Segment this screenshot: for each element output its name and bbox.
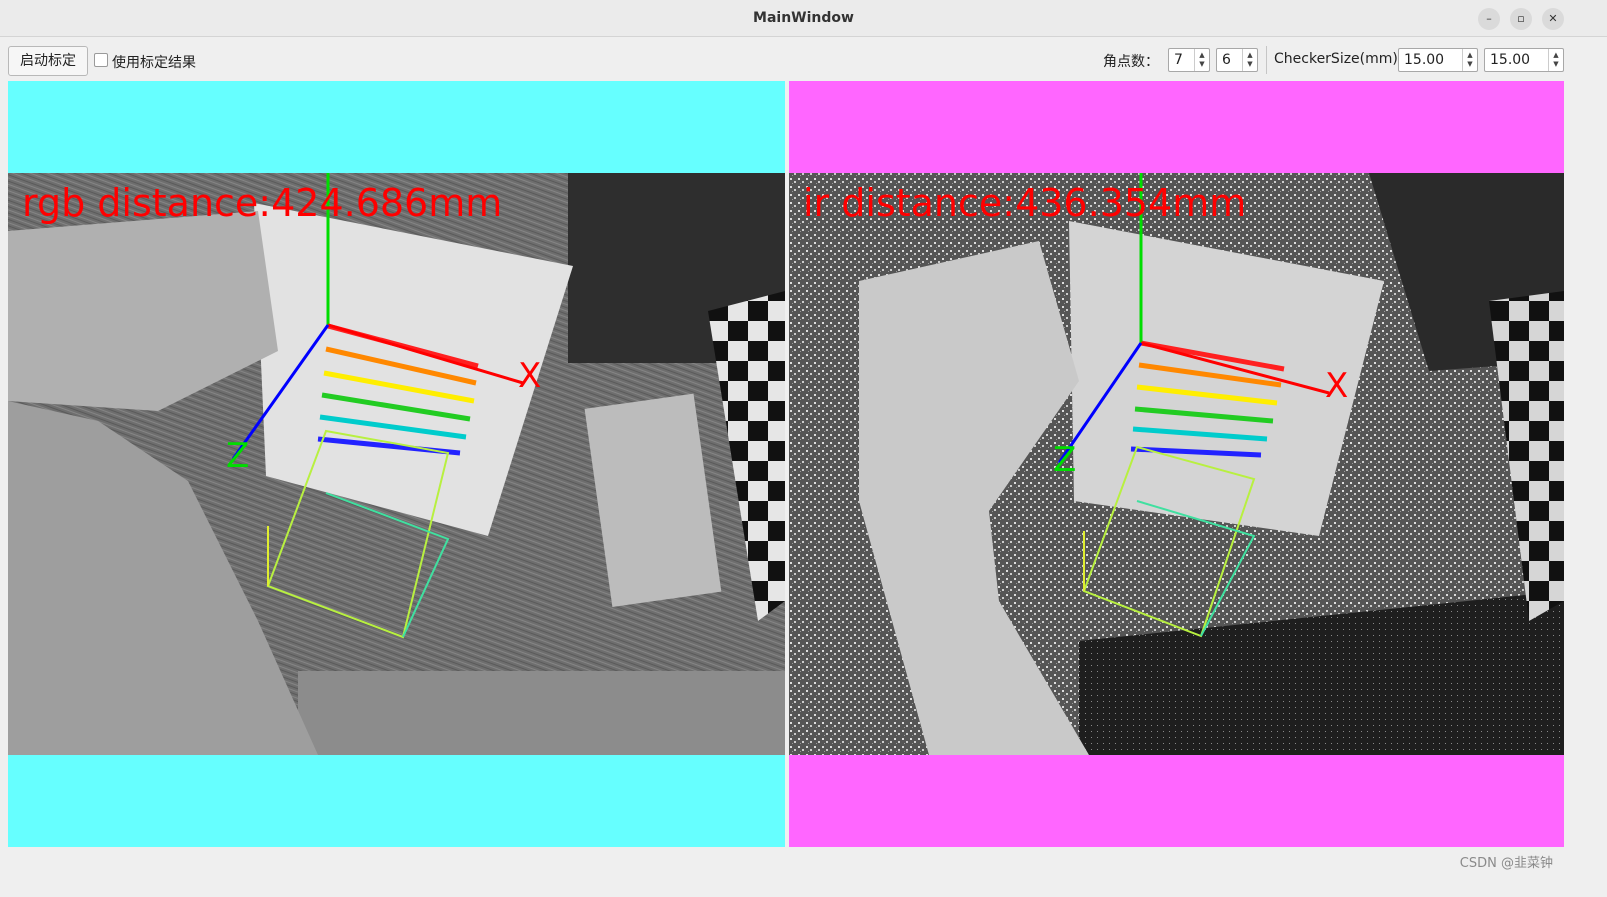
checker-height-value: 15.00 bbox=[1490, 52, 1531, 68]
spin-up-icon[interactable]: ▲ bbox=[1199, 51, 1204, 60]
watermark: CSDN @韭菜钟 bbox=[1459, 856, 1553, 871]
ir-view: X Z ir distance:436.354mm bbox=[789, 81, 1564, 847]
z-axis-label: Z bbox=[1053, 440, 1076, 480]
close-icon[interactable]: ✕ bbox=[1542, 8, 1564, 30]
x-axis-label: X bbox=[518, 356, 541, 396]
maximize-icon[interactable]: ▫ bbox=[1510, 8, 1532, 30]
corner-count-label: 角点数： bbox=[1103, 54, 1159, 70]
spin-up-icon[interactable]: ▲ bbox=[1467, 51, 1472, 60]
minimize-icon[interactable]: – bbox=[1478, 8, 1500, 30]
checkbox-label: 使用标定结果 bbox=[112, 55, 196, 71]
spin-down-icon[interactable]: ▼ bbox=[1467, 60, 1472, 69]
toolbar-separator bbox=[1266, 46, 1267, 74]
spin-down-icon[interactable]: ▼ bbox=[1247, 60, 1252, 69]
spin-down-icon[interactable]: ▼ bbox=[1553, 60, 1558, 69]
spin-up-icon[interactable]: ▲ bbox=[1553, 51, 1558, 60]
corner-rows-spinbox[interactable]: 6 ▲ ▼ bbox=[1216, 48, 1258, 72]
ir-distance-text: ir distance:436.354mm bbox=[803, 181, 1247, 225]
toolbar: 启动标定 使用标定结果 角点数： 7 ▲ ▼ 6 ▲ ▼ CheckerSize(m… bbox=[0, 40, 1607, 80]
spin-down-icon[interactable]: ▼ bbox=[1199, 60, 1204, 69]
window-title: MainWindow bbox=[753, 10, 854, 26]
checker-width-spinbox[interactable]: 15.00 ▲ ▼ bbox=[1398, 48, 1478, 72]
spin-up-icon[interactable]: ▲ bbox=[1247, 51, 1252, 60]
corner-cols-value: 7 bbox=[1174, 52, 1183, 68]
checker-height-spinbox[interactable]: 15.00 ▲ ▼ bbox=[1484, 48, 1564, 72]
checkbox-box[interactable] bbox=[94, 53, 108, 67]
checker-size-label: CheckerSize(mm): bbox=[1274, 51, 1403, 67]
rgb-distance-text: rgb distance:424.686mm bbox=[22, 181, 503, 225]
title-bar: MainWindow – ▫ ✕ bbox=[0, 0, 1607, 37]
corner-rows-value: 6 bbox=[1222, 52, 1231, 68]
rgb-view: X Z rgb distance:424.686mm bbox=[8, 81, 785, 847]
checker-width-value: 15.00 bbox=[1404, 52, 1445, 68]
corner-cols-spinbox[interactable]: 7 ▲ ▼ bbox=[1168, 48, 1210, 72]
x-axis-label: X bbox=[1325, 366, 1348, 406]
start-calibration-button[interactable]: 启动标定 bbox=[8, 46, 88, 76]
z-axis-label: Z bbox=[226, 436, 249, 476]
